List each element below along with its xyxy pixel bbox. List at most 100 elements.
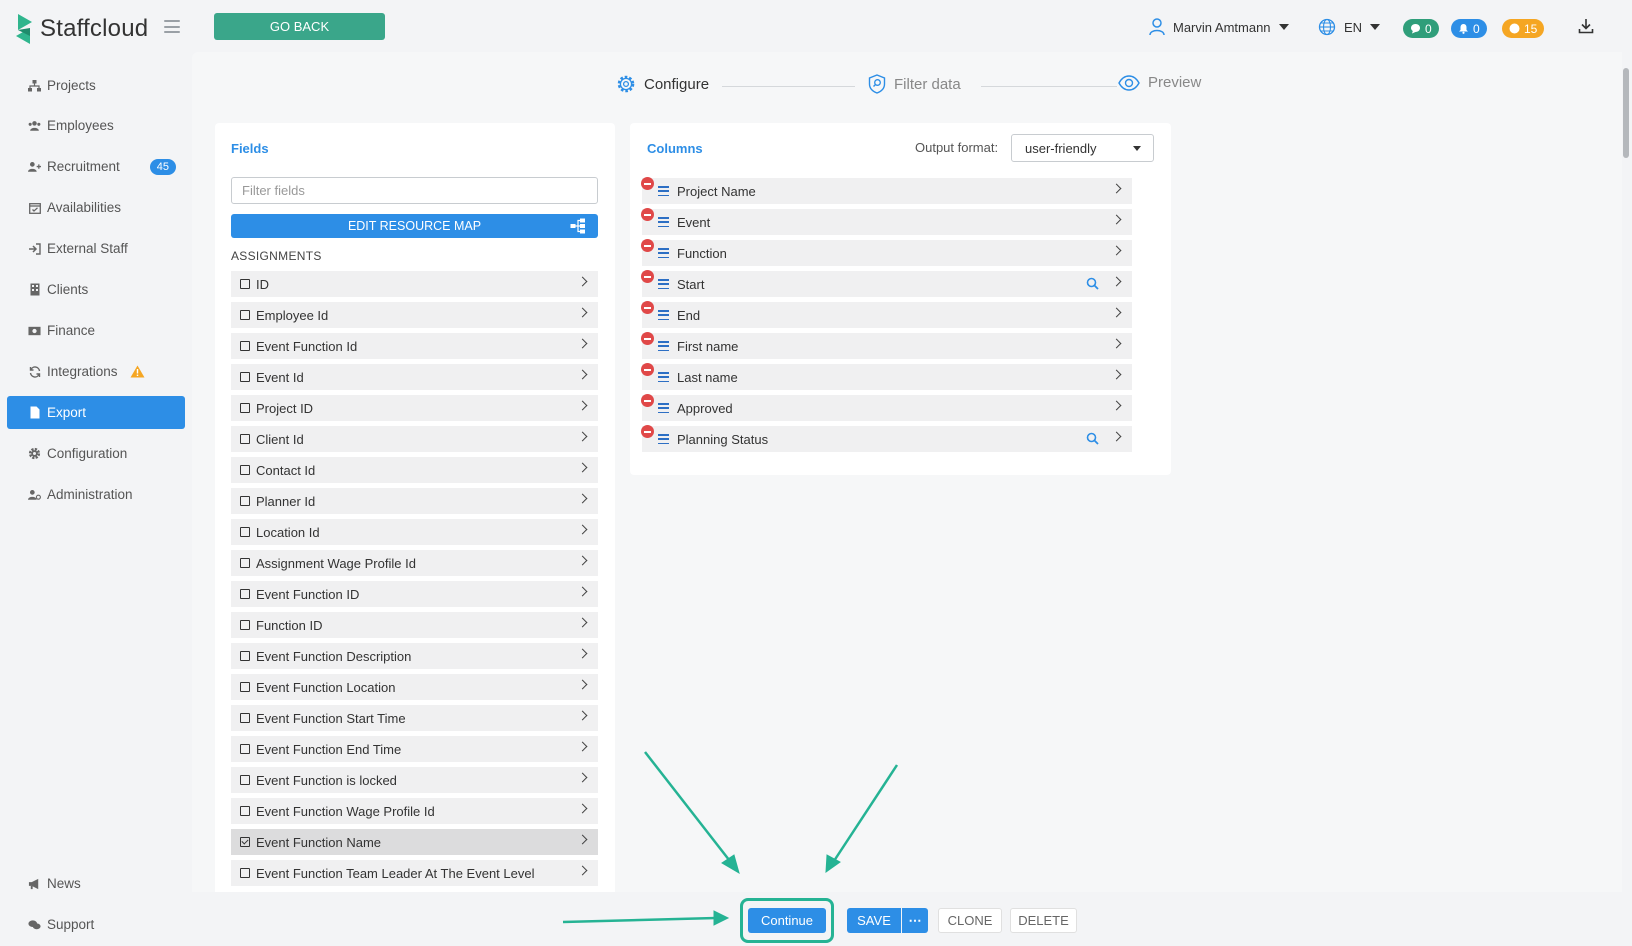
chevron-right-icon[interactable] <box>577 276 588 287</box>
remove-icon[interactable] <box>641 332 654 345</box>
field-row[interactable]: Event Function End Time <box>231 736 598 762</box>
checkbox[interactable] <box>240 775 250 785</box>
checkbox[interactable] <box>240 558 250 568</box>
remove-icon[interactable] <box>641 425 654 438</box>
chevron-right-icon[interactable] <box>577 710 588 721</box>
column-row[interactable]: Event <box>641 208 1132 235</box>
drag-handle-icon[interactable] <box>658 186 669 196</box>
download-icon[interactable] <box>1578 18 1594 34</box>
chevron-right-icon[interactable] <box>1111 338 1122 349</box>
chevron-right-icon[interactable] <box>577 834 588 845</box>
chevron-right-icon[interactable] <box>1111 400 1122 411</box>
checkbox[interactable] <box>240 527 250 537</box>
field-row[interactable]: Project ID <box>231 395 598 421</box>
continue-button[interactable]: Continue <box>748 908 826 933</box>
checkbox[interactable] <box>240 465 250 475</box>
filter-fields-input[interactable] <box>231 177 598 204</box>
sidebar-item-projects[interactable]: Projects <box>7 69 185 102</box>
chevron-right-icon[interactable] <box>577 493 588 504</box>
checkbox[interactable] <box>240 403 250 413</box>
field-row[interactable]: ID <box>231 271 598 297</box>
checkbox[interactable] <box>240 279 250 289</box>
chevron-right-icon[interactable] <box>577 803 588 814</box>
checkbox[interactable] <box>240 651 250 661</box>
checkbox-checked[interactable] <box>240 837 250 847</box>
chevron-right-icon[interactable] <box>577 431 588 442</box>
chevron-right-icon[interactable] <box>577 679 588 690</box>
remove-icon[interactable] <box>641 239 654 252</box>
chevron-right-icon[interactable] <box>577 462 588 473</box>
drag-handle-icon[interactable] <box>658 403 669 413</box>
step-preview[interactable]: Preview <box>1118 74 1201 91</box>
sidebar-item-integrations[interactable]: Integrations <box>7 355 185 388</box>
sidebar-item-clients[interactable]: Clients <box>7 273 185 306</box>
drag-handle-icon[interactable] <box>658 248 669 258</box>
chevron-right-icon[interactable] <box>577 586 588 597</box>
chevron-right-icon[interactable] <box>577 524 588 535</box>
field-row[interactable]: Event Function ID <box>231 581 598 607</box>
user-menu[interactable]: Marvin Amtmann <box>1149 18 1289 36</box>
checkbox[interactable] <box>240 434 250 444</box>
field-row[interactable]: Event Function Start Time <box>231 705 598 731</box>
sidebar-item-availabilities[interactable]: Availabilities <box>7 191 185 224</box>
field-row[interactable]: Event Function Location <box>231 674 598 700</box>
sidebar-item-news[interactable]: News <box>7 867 185 900</box>
more-options-button[interactable]: ⋯ <box>902 908 928 933</box>
search-icon[interactable] <box>1086 277 1099 290</box>
sidebar-item-external-staff[interactable]: External Staff <box>7 232 185 265</box>
drag-handle-icon[interactable] <box>658 217 669 227</box>
scrollbar-thumb[interactable] <box>1623 68 1629 158</box>
chevron-right-icon[interactable] <box>1111 245 1122 256</box>
step-configure[interactable]: Configure <box>616 74 709 94</box>
field-row[interactable]: Assignment Wage Profile Id <box>231 550 598 576</box>
chevron-right-icon[interactable] <box>1111 369 1122 380</box>
column-row[interactable]: Function <box>641 239 1132 266</box>
checkbox[interactable] <box>240 713 250 723</box>
remove-icon[interactable] <box>641 208 654 221</box>
chevron-right-icon[interactable] <box>1111 431 1122 442</box>
checkbox[interactable] <box>240 682 250 692</box>
checkbox[interactable] <box>240 310 250 320</box>
save-button[interactable]: SAVE <box>847 908 901 933</box>
checkbox[interactable] <box>240 589 250 599</box>
chevron-right-icon[interactable] <box>577 307 588 318</box>
notifications-badge[interactable]: 0 <box>1451 19 1487 38</box>
chevron-right-icon[interactable] <box>1111 183 1122 194</box>
column-row[interactable]: First name <box>641 332 1132 359</box>
field-row[interactable]: Event Function Description <box>231 643 598 669</box>
field-row[interactable]: Event Function Team Leader At The Event … <box>231 860 598 886</box>
field-row[interactable]: Event Function Wage Profile Id <box>231 798 598 824</box>
checkbox[interactable] <box>240 341 250 351</box>
field-row[interactable]: Client Id <box>231 426 598 452</box>
sidebar-item-support[interactable]: Support <box>7 908 185 941</box>
step-filter-data[interactable]: Filter data <box>868 74 961 94</box>
field-row[interactable]: Function ID <box>231 612 598 638</box>
checkbox[interactable] <box>240 744 250 754</box>
remove-icon[interactable] <box>641 301 654 314</box>
chevron-right-icon[interactable] <box>577 369 588 380</box>
drag-handle-icon[interactable] <box>658 279 669 289</box>
messages-badge[interactable]: 0 <box>1403 19 1439 38</box>
field-row[interactable]: Event Id <box>231 364 598 390</box>
menu-toggle-icon[interactable] <box>164 20 180 33</box>
chevron-right-icon[interactable] <box>577 648 588 659</box>
chevron-right-icon[interactable] <box>1111 276 1122 287</box>
sidebar-item-finance[interactable]: Finance <box>7 314 185 347</box>
drag-handle-icon[interactable] <box>658 310 669 320</box>
chevron-right-icon[interactable] <box>577 865 588 876</box>
chevron-right-icon[interactable] <box>577 741 588 752</box>
chevron-right-icon[interactable] <box>577 338 588 349</box>
chevron-right-icon[interactable] <box>577 617 588 628</box>
field-row[interactable]: Event Function Id <box>231 333 598 359</box>
remove-icon[interactable] <box>641 394 654 407</box>
edit-resource-map-button[interactable]: EDIT RESOURCE MAP <box>231 214 598 238</box>
chevron-right-icon[interactable] <box>577 400 588 411</box>
language-selector[interactable]: EN <box>1318 18 1381 36</box>
sidebar-item-recruitment[interactable]: Recruitment 45 <box>7 150 185 183</box>
column-row[interactable]: Planning Status <box>641 425 1132 452</box>
field-row[interactable]: Planner Id <box>231 488 598 514</box>
checkbox[interactable] <box>240 372 250 382</box>
drag-handle-icon[interactable] <box>658 434 669 444</box>
remove-icon[interactable] <box>641 363 654 376</box>
delete-button[interactable]: DELETE <box>1010 908 1077 933</box>
